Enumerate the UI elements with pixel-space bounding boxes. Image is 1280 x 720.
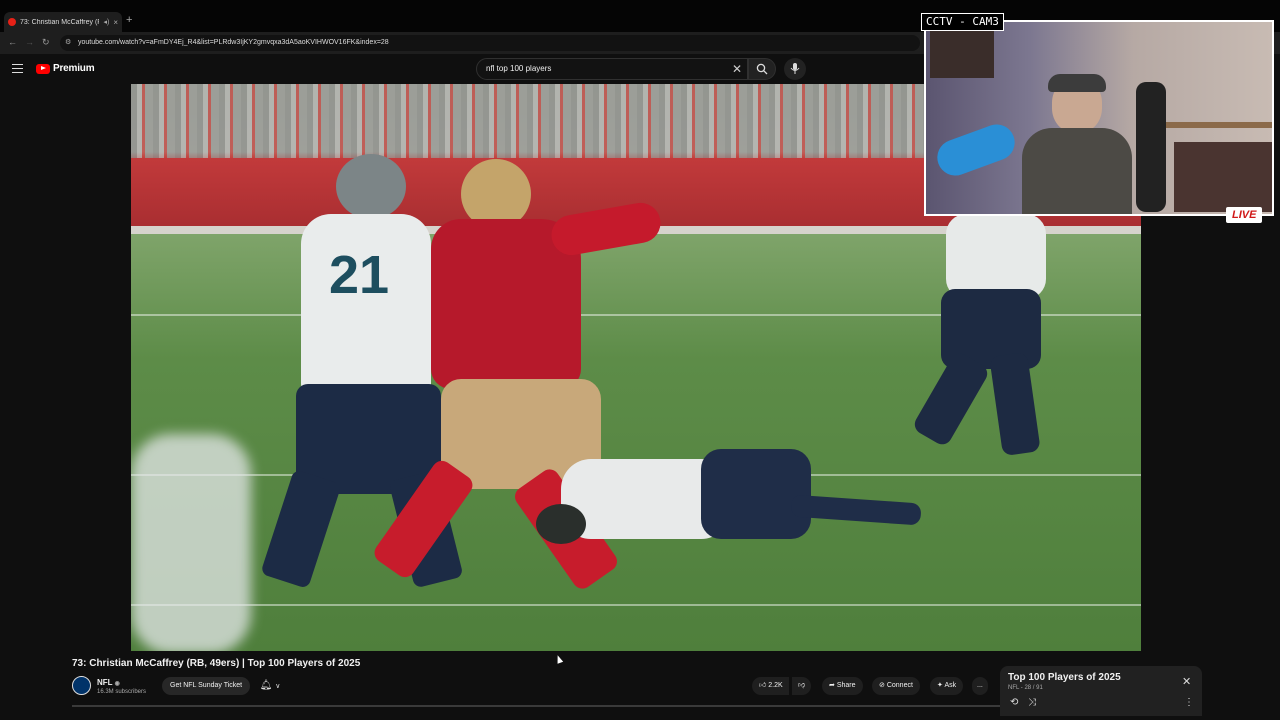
seahawks-player-on-ground <box>531 439 931 559</box>
ask-button[interactable]: ✦ Ask <box>930 677 964 695</box>
close-playlist-icon[interactable]: ✕ <box>1182 675 1191 688</box>
search-button[interactable] <box>748 58 776 80</box>
sunday-ticket-button[interactable]: Get NFL Sunday Ticket <box>162 677 251 695</box>
blurred-player-foreground <box>131 434 251 651</box>
clear-search-icon[interactable]: ✕ <box>732 62 742 76</box>
url-field[interactable]: ⚙ youtube.com/watch?v=aFmDY4Ej_R4&list=P… <box>60 35 920 51</box>
playlist-position: NFL - 28 / 91 <box>1008 685 1043 691</box>
couch <box>1174 142 1272 212</box>
microphone-icon <box>790 63 800 74</box>
like-button[interactable]: 👍︎ 2.2K <box>752 677 789 695</box>
playlist-more-icon[interactable]: ⋮ <box>1184 697 1194 708</box>
channel-avatar[interactable] <box>72 676 91 695</box>
sparkle-icon: ✦ <box>937 682 943 689</box>
like-count: 2.2K <box>768 682 783 689</box>
hamburger-menu-icon[interactable] <box>12 64 23 73</box>
ask-label: Ask <box>944 682 957 689</box>
browser-tab[interactable]: 73: Christian McCaffrey (RB... ◂) × <box>4 12 122 32</box>
share-button[interactable]: ➦ Share <box>822 677 863 695</box>
shuffle-icon[interactable]: ⤨ <box>1028 697 1036 708</box>
playlist-title[interactable]: Top 100 Players of 2025 <box>1008 672 1121 683</box>
thumbs-up-icon: 👍︎ <box>759 682 767 689</box>
jersey-number: 21 <box>329 245 390 305</box>
subscriber-count: 16.3M subscribers <box>97 689 147 695</box>
search-input[interactable]: nfl top 100 players <box>476 58 748 80</box>
dislike-button[interactable]: 👎︎ <box>792 677 812 695</box>
url-text: youtube.com/watch?v=aFmDY4Ej_R4&list=PLR… <box>78 39 389 46</box>
wall-poster <box>930 26 994 78</box>
live-badge: LIVE <box>1226 207 1263 223</box>
mouse-cursor-icon <box>554 654 564 664</box>
channel-name[interactable]: NFL ◉ <box>97 678 120 687</box>
share-icon: ➦ <box>829 682 835 689</box>
wall-shelf <box>1166 122 1272 128</box>
microphone-arm <box>932 119 1020 181</box>
notification-bell-button[interactable]: 🔔︎ ∨ <box>254 677 286 695</box>
back-icon[interactable]: ← <box>8 37 17 47</box>
tab-title: 73: Christian McCaffrey (RB... <box>20 18 99 26</box>
youtube-premium-logo[interactable]: Premium <box>36 63 95 74</box>
connect-icon: ⊘ <box>879 682 885 689</box>
webcam-label: CCTV - CAM3 <box>921 13 1004 31</box>
bell-icon: 🔔︎ <box>259 680 273 691</box>
reload-icon[interactable]: ↻ <box>42 37 50 48</box>
chevron-down-icon: ∨ <box>275 683 281 690</box>
streamer <box>1022 74 1132 214</box>
verified-icon: ◉ <box>114 681 120 687</box>
brand-label: Premium <box>53 63 95 74</box>
tab-close-icon[interactable]: × <box>113 18 118 27</box>
video-title: 73: Christian McCaffrey (RB, 49ers) | To… <box>72 658 361 669</box>
gaming-chair <box>1136 82 1166 212</box>
site-info-icon[interactable]: ⚙ <box>65 35 71 51</box>
speaker-icon: ◂) <box>103 19 110 26</box>
voice-search-button[interactable] <box>784 58 806 80</box>
webcam-overlay <box>924 20 1274 216</box>
new-tab-button[interactable]: + <box>126 14 132 26</box>
page-divider <box>72 705 1000 707</box>
thumbs-down-icon: 👎︎ <box>798 682 806 689</box>
connect-button[interactable]: ⊘ Connect <box>872 677 920 695</box>
share-label: Share <box>836 682 856 689</box>
loop-icon[interactable]: ⟲ <box>1010 697 1018 708</box>
youtube-play-logo-icon <box>36 63 50 74</box>
more-actions-button[interactable]: ... <box>972 677 988 695</box>
forward-icon[interactable]: → <box>25 37 34 47</box>
connect-label: Connect <box>886 682 913 689</box>
seahawks-pursuer <box>911 214 1061 474</box>
yard-line <box>131 604 1141 606</box>
channel-name-text: NFL <box>97 678 113 687</box>
search-icon <box>756 63 768 75</box>
youtube-favicon-icon <box>8 18 16 26</box>
